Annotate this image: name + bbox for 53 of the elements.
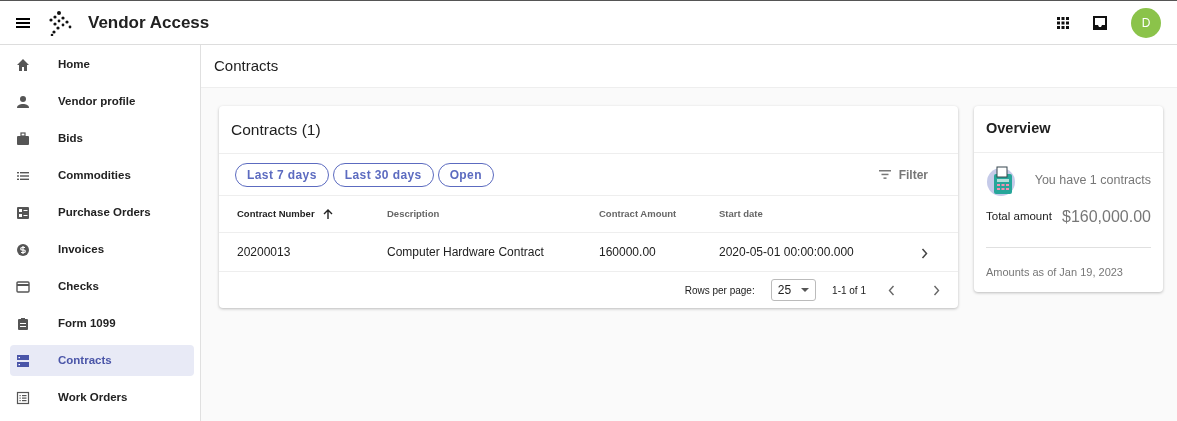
filter-chip[interactable]: Open	[437, 162, 494, 187]
calculator-icon	[986, 164, 1018, 197]
card-title: Overview	[986, 120, 1051, 136]
caret-icon	[801, 288, 810, 293]
sidebar-item[interactable]: Invoices	[10, 234, 194, 265]
sidebar-item[interactable]: Bids	[10, 123, 194, 154]
column-header[interactable]: Contract Number	[237, 207, 315, 222]
sidebar-item[interactable]: Purchase Orders	[10, 197, 194, 228]
previous-page-icon[interactable]	[888, 284, 895, 296]
sidebar-item[interactable]: Work Orders	[10, 382, 194, 413]
total-label: Total amount	[986, 209, 1052, 225]
home-icon	[16, 57, 30, 72]
contracts-summary: You have 1 contracts	[1034, 172, 1151, 190]
list-alt-icon	[16, 390, 30, 405]
table-row[interactable]: 20200013 Computer Hardware Contract 160000.00 2020-05-01 00:00:00.000	[219, 233, 958, 273]
rows-per-page-label: Rows per page:	[684, 283, 755, 298]
credit-card-icon	[16, 279, 30, 294]
briefcase-icon	[16, 131, 30, 146]
column-header[interactable]: Start date	[719, 207, 763, 222]
menu-icon[interactable]	[16, 16, 30, 29]
sidebar-item[interactable]: Form 1099	[10, 308, 194, 339]
inbox-icon[interactable]	[1093, 15, 1107, 30]
form-icon	[16, 205, 30, 220]
column-header[interactable]: Description	[387, 207, 440, 222]
filter-icon	[878, 170, 891, 180]
sort-arrow-icon[interactable]	[322, 208, 333, 220]
dollar-icon	[16, 242, 30, 257]
sidebar-item[interactable]: Checks	[10, 271, 194, 302]
sidebar-item[interactable]: Contracts	[10, 345, 194, 376]
filter-chip[interactable]: Last 7 days	[235, 162, 329, 187]
column-header[interactable]: Contract Amount	[599, 207, 677, 222]
sidebar-item[interactable]: Commodities	[10, 160, 194, 191]
filter-button[interactable]: Filter	[878, 165, 928, 184]
rows-per-page-select[interactable]: 25	[770, 279, 817, 302]
apps-grid-icon[interactable]	[1057, 16, 1069, 29]
next-page-icon[interactable]	[933, 284, 940, 296]
card-title: Contracts (1)	[231, 121, 321, 138]
sidebar-item[interactable]: Home	[10, 49, 194, 80]
chevron-right-icon[interactable]	[921, 247, 928, 259]
page-title: Contracts	[201, 45, 1177, 88]
table-cell-text: 2020-05-01 00:00:00.000	[718, 244, 855, 262]
total-amount: $160,000.00	[1062, 206, 1151, 227]
page-range: 1-1 of 1	[832, 283, 866, 298]
table-cell-text: 160000.00	[598, 244, 657, 262]
table-cell-text: Computer Hardware Contract	[386, 244, 545, 262]
amounts-date-note: Amounts as of Jan 19, 2023	[986, 264, 1124, 280]
storage-icon	[16, 353, 30, 368]
table-cell-text: 20200013	[236, 244, 292, 262]
filter-chip[interactable]: Last 30 days	[332, 162, 434, 187]
app-title: Vendor Access	[88, 11, 210, 34]
clipboard-icon	[16, 316, 30, 331]
sidebar-item[interactable]: Vendor profile	[10, 86, 194, 117]
person-icon	[16, 94, 30, 109]
